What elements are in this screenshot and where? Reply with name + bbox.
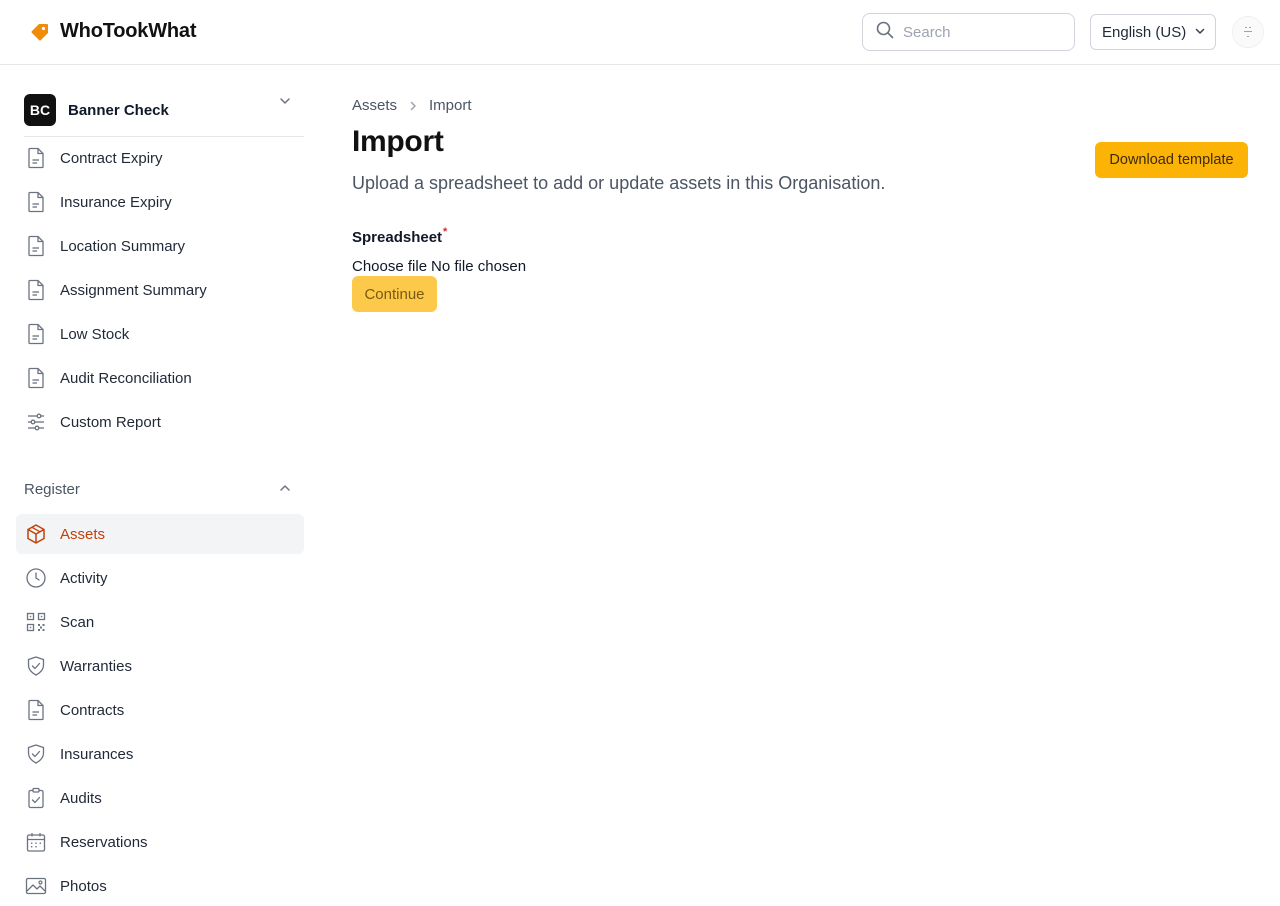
choose-file-button[interactable]: Choose file (352, 258, 427, 275)
sidebar-item-label: Contract Expiry (60, 149, 163, 167)
top-bar: WhoTookWhat English (US) (0, 0, 1280, 65)
clock-icon (24, 566, 48, 590)
calendar-icon (24, 830, 48, 854)
spreadsheet-label: Spreadsheet* (352, 226, 448, 246)
divider (24, 136, 304, 137)
breadcrumb-link-assets[interactable]: Assets (352, 97, 397, 114)
sidebar-item-assignment-summary[interactable]: Assignment Summary (16, 270, 304, 310)
tag-logo-icon (30, 22, 50, 42)
sidebar: BC Banner Check Contract Expiry Insuranc… (0, 65, 320, 900)
sidebar-item-insurances[interactable]: Insurances (16, 734, 304, 774)
page-title: Import (352, 125, 444, 158)
cube-icon (24, 522, 48, 546)
sidebar-item-label: Warranties (60, 657, 132, 675)
sidebar-item-label: Reservations (60, 833, 148, 851)
document-icon (24, 278, 48, 302)
section-title: Register (24, 480, 80, 498)
required-marker: * (443, 226, 448, 238)
chevron-down-icon (1194, 24, 1206, 41)
document-icon (24, 146, 48, 170)
brand-logo-link[interactable]: WhoTookWhat (30, 20, 196, 43)
field-label-text: Spreadsheet (352, 229, 443, 246)
search-box[interactable] (862, 13, 1075, 51)
qr-code-icon (24, 610, 48, 634)
shield-check-icon (24, 742, 48, 766)
sidebar-item-label: Insurance Expiry (60, 193, 172, 211)
sidebar-item-assets[interactable]: Assets (16, 514, 304, 554)
page-description: Upload a spreadsheet to add or update as… (352, 173, 886, 193)
sliders-icon (24, 410, 48, 434)
clipboard-check-icon (24, 786, 48, 810)
sidebar-item-scan[interactable]: Scan (16, 602, 304, 642)
sidebar-item-reservations[interactable]: Reservations (16, 822, 304, 862)
sidebar-item-label: Low Stock (60, 325, 130, 343)
register-section-toggle[interactable]: Register (24, 477, 304, 501)
sidebar-item-label: Audits (60, 789, 102, 807)
download-template-button[interactable]: Download template (1095, 142, 1248, 178)
breadcrumb: Assets Import (352, 97, 472, 114)
sidebar-item-low-stock[interactable]: Low Stock (16, 314, 304, 354)
sidebar-item-label: Audit Reconciliation (60, 369, 192, 387)
document-icon (24, 698, 48, 722)
document-icon (24, 322, 48, 346)
organisation-switcher[interactable]: BC Banner Check (24, 83, 304, 137)
document-icon (24, 234, 48, 258)
sidebar-item-insurance-expiry[interactable]: Insurance Expiry (16, 182, 304, 222)
sidebar-item-audits[interactable]: Audits (16, 778, 304, 818)
chevron-up-icon (278, 481, 292, 500)
breadcrumb-current: Import (429, 97, 472, 114)
brand-name: WhoTookWhat (60, 20, 197, 42)
org-name: Banner Check (68, 101, 169, 119)
sidebar-item-label: Scan (60, 613, 95, 631)
sidebar-item-label: Photos (60, 877, 107, 895)
document-icon (24, 190, 48, 214)
sidebar-item-location-summary[interactable]: Location Summary (16, 226, 304, 266)
search-input[interactable] (903, 23, 1053, 41)
sidebar-item-contracts[interactable]: Contracts (16, 690, 304, 730)
chevron-right-icon (407, 100, 419, 112)
sidebar-item-contract-expiry[interactable]: Contract Expiry (16, 138, 304, 178)
continue-button[interactable]: Continue (352, 276, 437, 312)
sidebar-item-photos[interactable]: Photos (16, 866, 304, 906)
shield-check-icon (24, 654, 48, 678)
search-icon (876, 21, 894, 44)
sidebar-item-audit-reconciliation[interactable]: Audit Reconciliation (16, 358, 304, 398)
document-icon (24, 366, 48, 390)
sidebar-item-label: Activity (60, 569, 108, 587)
sidebar-item-label: Custom Report (60, 413, 161, 431)
user-avatar[interactable] (1232, 16, 1264, 48)
sidebar-item-label: Contracts (60, 701, 125, 719)
chevron-down-icon (278, 94, 292, 113)
image-icon (24, 874, 48, 898)
sidebar-item-label: Assignment Summary (60, 281, 207, 299)
avatar-pattern-icon (1244, 27, 1252, 37)
sidebar-item-custom-report[interactable]: Custom Report (16, 402, 304, 442)
file-status: No file chosen (431, 258, 527, 275)
file-input[interactable]: Choose file No file chosen (352, 258, 526, 275)
sidebar-item-label: Location Summary (60, 237, 186, 255)
language-select[interactable]: English (US) (1090, 14, 1216, 50)
sidebar-item-label: Assets (60, 525, 106, 543)
org-avatar: BC (24, 94, 56, 126)
language-value: English (US) (1102, 23, 1187, 41)
sidebar-item-activity[interactable]: Activity (16, 558, 304, 598)
sidebar-item-warranties[interactable]: Warranties (16, 646, 304, 686)
sidebar-item-label: Insurances (60, 745, 134, 763)
